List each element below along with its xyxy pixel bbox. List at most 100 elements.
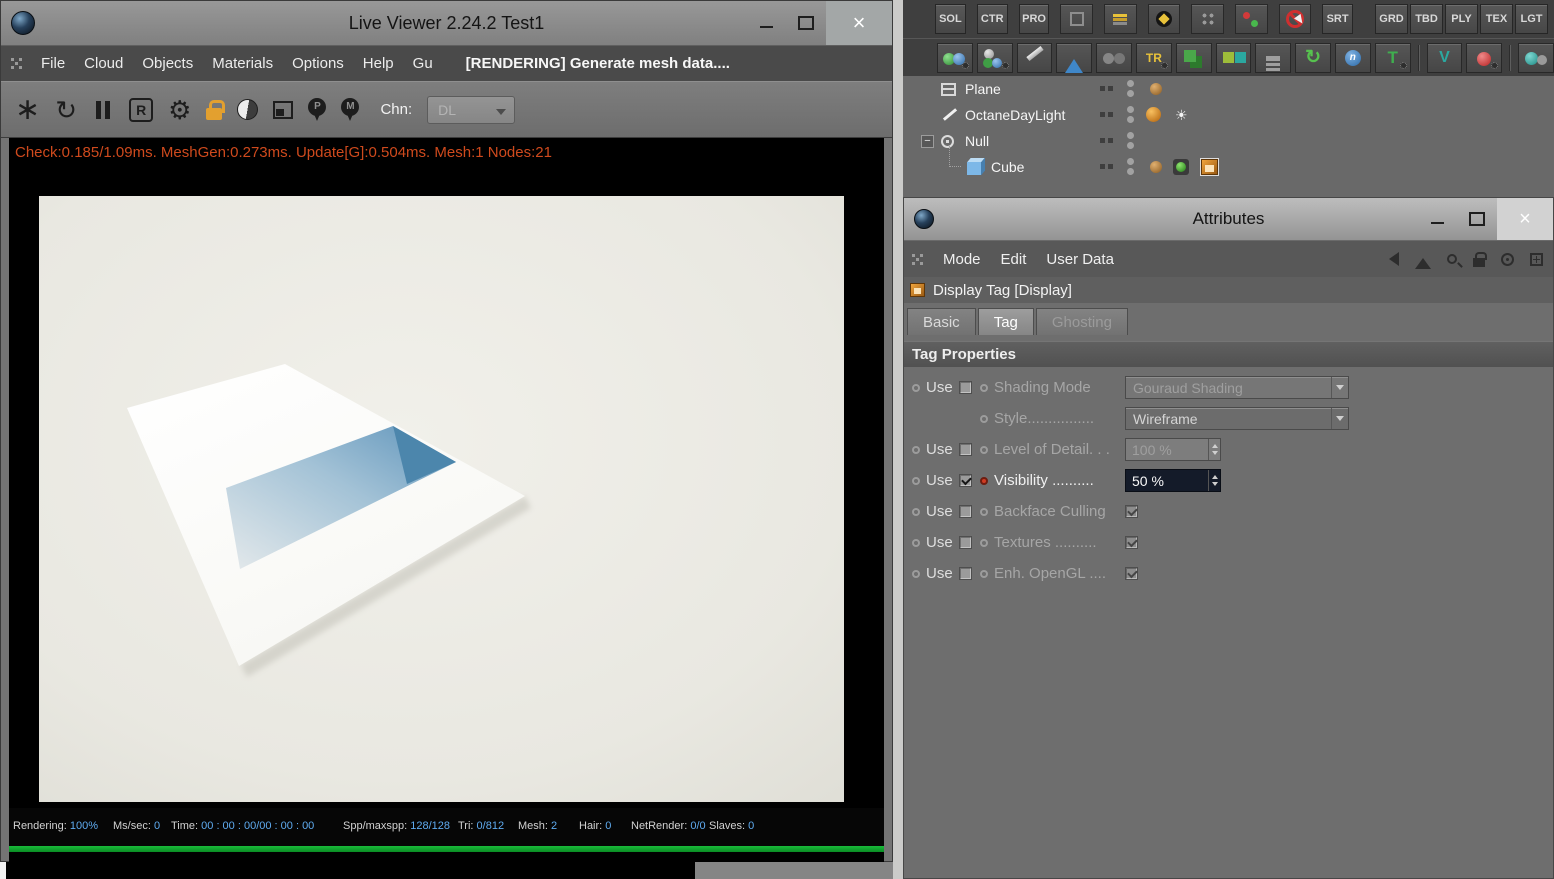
search-icon[interactable] bbox=[1447, 254, 1457, 264]
octane-red-ball-icon[interactable] bbox=[1466, 42, 1503, 73]
visibility-value-field[interactable]: 50 % bbox=[1125, 469, 1221, 492]
channel-dropdown[interactable]: DL bbox=[427, 95, 516, 124]
menu-edit[interactable]: Edit bbox=[1001, 251, 1027, 268]
tab-tag[interactable]: Tag bbox=[977, 308, 1034, 335]
use-lod-checkbox[interactable] bbox=[958, 443, 972, 456]
lod-value-field[interactable]: 100 % bbox=[1125, 438, 1221, 461]
render-viewport[interactable]: Check:0.185/1.09ms. MeshGen:0.273ms. Upd… bbox=[9, 138, 884, 863]
pro-button[interactable]: PRO bbox=[1018, 4, 1050, 34]
tbd-button[interactable]: TBD bbox=[1410, 4, 1443, 34]
collapse-toggle[interactable]: − bbox=[921, 134, 934, 148]
material-ball-icon[interactable] bbox=[237, 99, 259, 120]
splash-tool-icon[interactable] bbox=[1147, 4, 1181, 34]
object-row-plane[interactable]: Plane bbox=[903, 76, 1554, 102]
object-row-cube[interactable]: Cube bbox=[903, 146, 1554, 180]
textures-checkbox[interactable] bbox=[1125, 536, 1138, 549]
octane-stack-icon[interactable] bbox=[1255, 42, 1292, 73]
ply-button[interactable]: PLY bbox=[1445, 4, 1478, 34]
menu-materials[interactable]: Materials bbox=[212, 55, 273, 72]
keyframe-ring[interactable] bbox=[912, 445, 920, 454]
lock-resolution-icon[interactable] bbox=[206, 99, 226, 120]
octane-environment-icon[interactable] bbox=[1175, 42, 1212, 73]
tab-ghosting[interactable]: Ghosting bbox=[1035, 308, 1128, 335]
visibility-dots[interactable] bbox=[1127, 106, 1134, 123]
menu-user-data[interactable]: User Data bbox=[1046, 251, 1114, 268]
target-icon[interactable] bbox=[1501, 252, 1514, 266]
pick-material-pin-icon[interactable]: P bbox=[308, 97, 327, 122]
octane-render-target-icon[interactable]: TR bbox=[1135, 42, 1172, 73]
keyframe-ring[interactable] bbox=[912, 538, 920, 547]
phong-tag-icon[interactable] bbox=[1173, 159, 1189, 175]
opengl-checkbox[interactable] bbox=[1125, 567, 1138, 580]
octane-vertex-check-icon[interactable]: V bbox=[1426, 42, 1463, 73]
live-viewer-titlebar[interactable]: Live Viewer 2.24.2 Test1 × bbox=[1, 1, 892, 46]
keyframe-ring[interactable] bbox=[980, 569, 988, 578]
tab-basic[interactable]: Basic bbox=[907, 308, 976, 335]
visibility-dots[interactable] bbox=[1127, 132, 1134, 149]
dots-tool-icon[interactable] bbox=[1191, 4, 1224, 34]
spinner[interactable] bbox=[1208, 470, 1220, 491]
keyframe-ring[interactable] bbox=[980, 538, 988, 547]
keyframe-ring-active[interactable] bbox=[980, 476, 988, 485]
visibility-dots[interactable] bbox=[1127, 158, 1134, 175]
rendered-scene[interactable] bbox=[39, 196, 844, 802]
tex-button[interactable]: TEX bbox=[1480, 4, 1513, 34]
use-visibility-checkbox[interactable] bbox=[958, 474, 972, 487]
use-shading-mode-checkbox[interactable] bbox=[958, 381, 972, 394]
lock-icon[interactable] bbox=[1473, 251, 1487, 267]
region-render-icon[interactable]: R bbox=[129, 97, 154, 122]
menu-file[interactable]: File bbox=[41, 55, 65, 72]
reset-render-icon[interactable]: ↻ bbox=[55, 97, 77, 123]
pick-object-pin-icon[interactable]: M bbox=[341, 97, 360, 122]
new-panel-icon[interactable] bbox=[1530, 252, 1543, 266]
keyframe-ring[interactable] bbox=[980, 383, 988, 392]
panel-grip-icon[interactable] bbox=[912, 253, 923, 265]
cube-tool-icon[interactable] bbox=[1060, 4, 1094, 34]
menu-cloud[interactable]: Cloud bbox=[84, 55, 123, 72]
menu-gui[interactable]: Gu bbox=[413, 55, 433, 72]
menu-help[interactable]: Help bbox=[363, 55, 394, 72]
style-dropdown[interactable]: Wireframe bbox=[1125, 407, 1349, 430]
pause-render-icon[interactable] bbox=[92, 100, 114, 119]
attributes-titlebar[interactable]: Attributes × bbox=[904, 198, 1553, 241]
octane-liveviewer-icon[interactable] bbox=[937, 42, 973, 73]
octane-mix-texture-icon[interactable] bbox=[1215, 42, 1252, 73]
octane-knife-icon[interactable] bbox=[1016, 42, 1053, 73]
backface-checkbox[interactable] bbox=[1125, 505, 1138, 518]
keyframe-ring[interactable] bbox=[912, 569, 920, 578]
octane-disabled-balls-icon[interactable] bbox=[1096, 42, 1132, 73]
restart-render-icon[interactable]: ∗ bbox=[15, 94, 40, 125]
no-entry-cursor-icon[interactable] bbox=[1278, 4, 1312, 34]
keyframe-ring[interactable] bbox=[980, 445, 988, 454]
keyframe-ring[interactable] bbox=[980, 507, 988, 516]
use-textures-checkbox[interactable] bbox=[958, 536, 972, 549]
sun-tag-icon[interactable]: ☀ bbox=[1175, 107, 1188, 123]
menu-mode[interactable]: Mode bbox=[943, 251, 981, 268]
grd-button[interactable]: GRD bbox=[1375, 4, 1408, 34]
use-backface-checkbox[interactable] bbox=[958, 505, 972, 518]
menu-options[interactable]: Options bbox=[292, 55, 344, 72]
octane-object-tag-icon[interactable] bbox=[1150, 161, 1162, 173]
srt-button[interactable]: SRT bbox=[1322, 4, 1353, 34]
octane-teal-balls-icon[interactable] bbox=[1518, 42, 1554, 73]
ctr-button[interactable]: CTR bbox=[976, 4, 1008, 34]
octane-mesh-icon[interactable] bbox=[1056, 42, 1093, 73]
lgt-button[interactable]: LGT bbox=[1515, 4, 1548, 34]
octane-node-icon[interactable]: n bbox=[1334, 42, 1371, 73]
keyframe-ring[interactable] bbox=[912, 507, 920, 516]
sol-button[interactable]: SOL bbox=[935, 4, 966, 34]
spinner[interactable] bbox=[1208, 439, 1220, 460]
menu-objects[interactable]: Objects bbox=[142, 55, 193, 72]
parent-up-icon[interactable] bbox=[1415, 250, 1431, 269]
settings-gear-icon[interactable]: ⚙ bbox=[168, 97, 191, 123]
keyframe-ring[interactable] bbox=[980, 414, 988, 423]
layers-tool-icon[interactable] bbox=[1104, 4, 1137, 34]
octane-object-tag-icon[interactable] bbox=[1150, 83, 1162, 95]
daylight-tag-icon[interactable] bbox=[1146, 107, 1161, 122]
display-tag-icon[interactable] bbox=[1201, 159, 1218, 175]
keyframe-ring[interactable] bbox=[912, 383, 920, 392]
history-back-icon[interactable] bbox=[1382, 252, 1399, 266]
object-row-null[interactable]: − Null bbox=[903, 128, 1554, 154]
color-dots-icon[interactable] bbox=[1234, 4, 1268, 34]
octane-materials-icon[interactable] bbox=[976, 42, 1013, 73]
